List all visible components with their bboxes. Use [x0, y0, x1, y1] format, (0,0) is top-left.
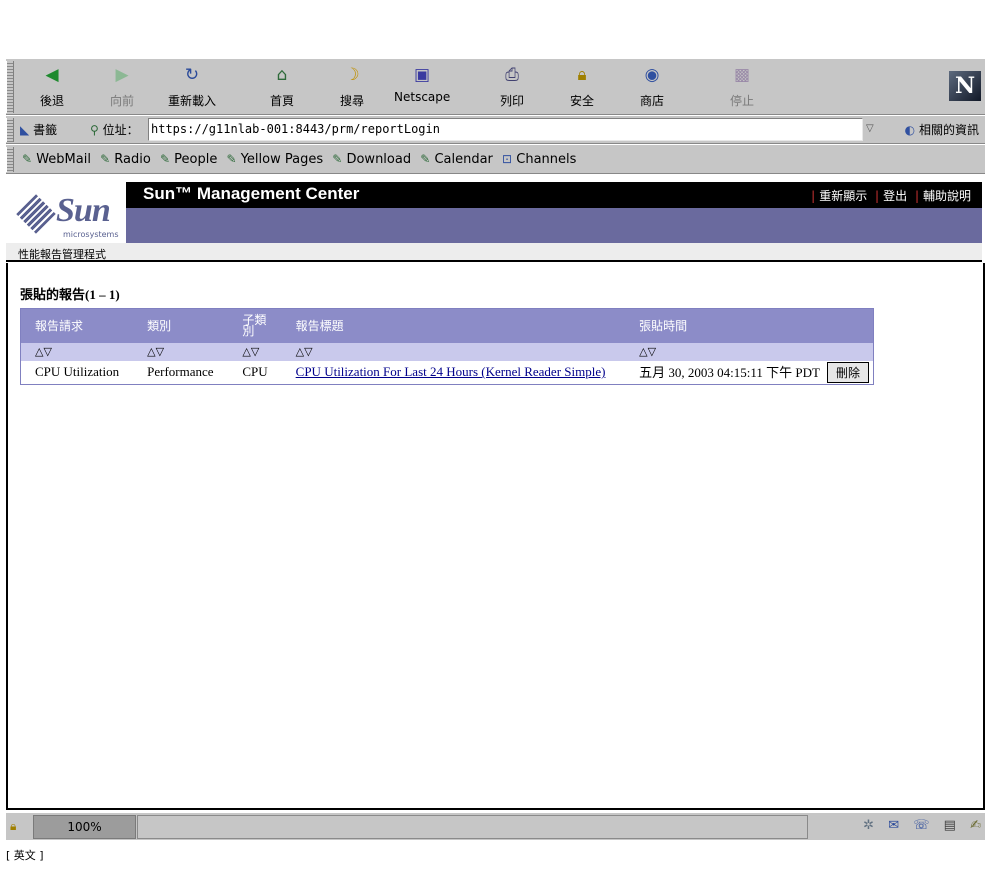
toolbar-grip[interactable] — [6, 118, 14, 142]
breadcrumb: 性能報告管理程式 — [6, 243, 982, 262]
security-button[interactable]: 🔒︎ 安全 — [554, 63, 610, 109]
personal-link-yellow-pages[interactable]: ✎ Yellow Pages — [227, 152, 324, 167]
column-header-subcategory: 子類別 — [228, 308, 282, 343]
search-icon: ☽ — [344, 65, 360, 85]
personal-link-channels[interactable]: ⊡ Channels — [502, 152, 576, 167]
personal-toolbar: ✎ WebMail ✎ Radio ✎ People ✎ Yellow Page… — [6, 144, 985, 174]
personal-link-download[interactable]: ✎ Download — [332, 152, 411, 167]
search-button[interactable]: ☽ 搜尋 — [324, 63, 380, 109]
navigator-icon[interactable]: ✲ — [863, 818, 874, 833]
composer-icon[interactable]: ✍ — [970, 818, 981, 833]
personal-link-radio[interactable]: ✎ Radio — [100, 152, 151, 167]
back-button[interactable]: ◀ 後退 — [24, 63, 80, 109]
header-links: | 重新顯示 | 登出 | 輔助說明 — [811, 189, 971, 203]
report-list-title: 張貼的報告(1 – 1) — [20, 287, 120, 302]
cell-title: CPU Utilization For Last 24 Hours (Kerne… — [282, 361, 626, 385]
column-header-title: 報告標題 — [281, 308, 626, 343]
column-header-request: 報告請求 — [20, 308, 134, 343]
url-dropdown-icon[interactable]: ▽ — [866, 123, 878, 134]
cell-posted: 五月 30, 2003 04:15:11 下午 PDT 刪除 — [625, 361, 873, 385]
breadcrumb-label: 性能報告管理程式 — [18, 248, 106, 261]
app-title: Sun™ Management Center — [143, 184, 360, 203]
reload-button[interactable]: ↻ 重新載入 — [164, 63, 220, 109]
location-label: ⚲ 位址： — [90, 123, 139, 137]
security-lock-icon[interactable]: 🔒︎ — [10, 819, 16, 834]
discussion-icon[interactable]: ☏ — [913, 818, 929, 833]
back-arrow-icon: ◀ — [45, 65, 59, 85]
personal-link-calendar[interactable]: ✎ Calendar — [420, 152, 493, 167]
cell-category: Performance — [147, 364, 214, 380]
whats-related-button[interactable]: ◐ 相關的資訊 — [905, 121, 979, 138]
bookmark-pen-icon: ✎ — [100, 152, 111, 166]
reload-icon: ↻ — [184, 65, 200, 85]
forward-button[interactable]: ▶ 向前 — [94, 63, 150, 109]
zoom-level[interactable]: 100% — [33, 815, 136, 839]
bookmark-pen-icon: ✎ — [226, 152, 237, 166]
print-icon: ⎙ — [505, 65, 519, 85]
netscape-icon: ▣ — [413, 65, 431, 85]
lock-icon: 🔒︎ — [577, 65, 587, 85]
location-toolbar: ◣ 書籤 ⚲ 位址： https://g11nlab-001:8443/prm/… — [6, 115, 985, 144]
url-input[interactable]: https://g11nlab-001:8443/prm/reportLogin — [148, 118, 863, 141]
sort-subcategory-icon[interactable]: △▽ — [228, 342, 282, 361]
cell-subcategory: CPU — [242, 364, 268, 380]
home-button[interactable]: ⌂ 首頁 — [254, 63, 310, 109]
bookmark-pen-icon: ✎ — [22, 152, 33, 166]
address-book-icon[interactable]: ▤ — [944, 818, 956, 833]
bookmarks-icon: ◣ — [20, 123, 30, 137]
related-icon: ◐ — [904, 123, 916, 137]
component-bar: ✲ ✉ ☏ ▤ ✍ — [853, 818, 981, 833]
bookmark-pen-icon: ✎ — [420, 152, 431, 166]
shop-button[interactable]: ◉ 商店 — [624, 63, 680, 109]
stop-icon: ▩ — [733, 65, 751, 85]
location-icon: ⚲ — [90, 123, 99, 137]
personal-link-webmail[interactable]: ✎ WebMail — [22, 152, 91, 167]
column-header-category: 類別 — [133, 308, 229, 343]
language-note[interactable]: [ 英文 ] — [6, 847, 44, 863]
sort-category-icon[interactable]: △▽ — [133, 342, 229, 361]
home-icon: ⌂ — [276, 65, 288, 85]
sort-title-icon[interactable]: △▽ — [281, 342, 626, 361]
posted-reports-table: 報告請求 類別 子類別 報告標題 張貼時間 △▽ △▽ △▽ △▽ △▽ CPU… — [20, 308, 874, 385]
shop-icon: ◉ — [644, 65, 660, 85]
column-header-posted: 張貼時間 — [625, 308, 874, 343]
mail-icon[interactable]: ✉ — [888, 818, 899, 833]
navigation-toolbar: ◀ 後退 ▶ 向前 ↻ 重新載入 ⌂ 首頁 ☽ 搜尋 ▣ Netscape ⎙ … — [6, 58, 985, 115]
print-button[interactable]: ⎙ 列印 — [484, 63, 540, 109]
bookmark-pen-icon: ✎ — [332, 152, 343, 166]
toolbar-grip[interactable] — [6, 147, 14, 172]
personal-link-people[interactable]: ✎ People — [160, 152, 217, 167]
sort-row: △▽ △▽ △▽ △▽ △▽ — [20, 342, 874, 361]
sun-logo-mark-icon — [16, 194, 56, 234]
netscape-logo-icon[interactable]: N — [949, 71, 981, 101]
status-bar: 🔒︎ 100% ✲ ✉ ☏ ▤ ✍ — [6, 812, 985, 840]
netscape-button[interactable]: ▣ Netscape — [394, 63, 450, 104]
toolbar-grip[interactable] — [6, 61, 14, 113]
browser-chrome: ◀ 後退 ▶ 向前 ↻ 重新載入 ⌂ 首頁 ☽ 搜尋 ▣ Netscape ⎙ … — [6, 58, 985, 174]
bookmark-pen-icon: ✎ — [159, 152, 171, 166]
table-header-row: 報告請求 類別 子類別 報告標題 張貼時間 — [20, 308, 874, 343]
stop-button[interactable]: ▩ 停止 — [714, 63, 770, 109]
posted-time: 五月 30, 2003 04:15:11 下午 PDT — [639, 364, 820, 380]
logout-link[interactable]: 登出 — [883, 189, 907, 203]
sort-request-icon[interactable]: △▽ — [20, 342, 134, 361]
channels-icon: ⊡ — [502, 152, 513, 166]
delete-button[interactable]: 刪除 — [826, 361, 869, 383]
report-title-link[interactable]: CPU Utilization For Last 24 Hours (Kerne… — [296, 364, 606, 379]
status-text — [137, 815, 808, 839]
header-band — [6, 208, 982, 243]
forward-arrow-icon: ▶ — [115, 65, 129, 85]
help-link[interactable]: 輔助說明 — [923, 189, 971, 203]
cell-request: CPU Utilization — [35, 364, 120, 380]
personal-links: ✎ WebMail ✎ Radio ✎ People ✎ Yellow Page… — [22, 152, 581, 167]
main-content: 張貼的報告(1 – 1) 報告請求 類別 子類別 報告標題 張貼時間 △▽ △▽… — [6, 263, 985, 810]
table-row: CPU Utilization Performance CPU CPU Util… — [21, 361, 874, 385]
bookmarks-button[interactable]: ◣ 書籤 — [20, 121, 57, 138]
refresh-link[interactable]: 重新顯示 — [819, 189, 867, 203]
sort-posted-icon[interactable]: △▽ — [625, 342, 874, 361]
app-header: Sun™ Management Center | 重新顯示 | 登出 | 輔助說明 S… — [6, 182, 985, 263]
sun-logo: Sun microsystems — [12, 192, 119, 239]
